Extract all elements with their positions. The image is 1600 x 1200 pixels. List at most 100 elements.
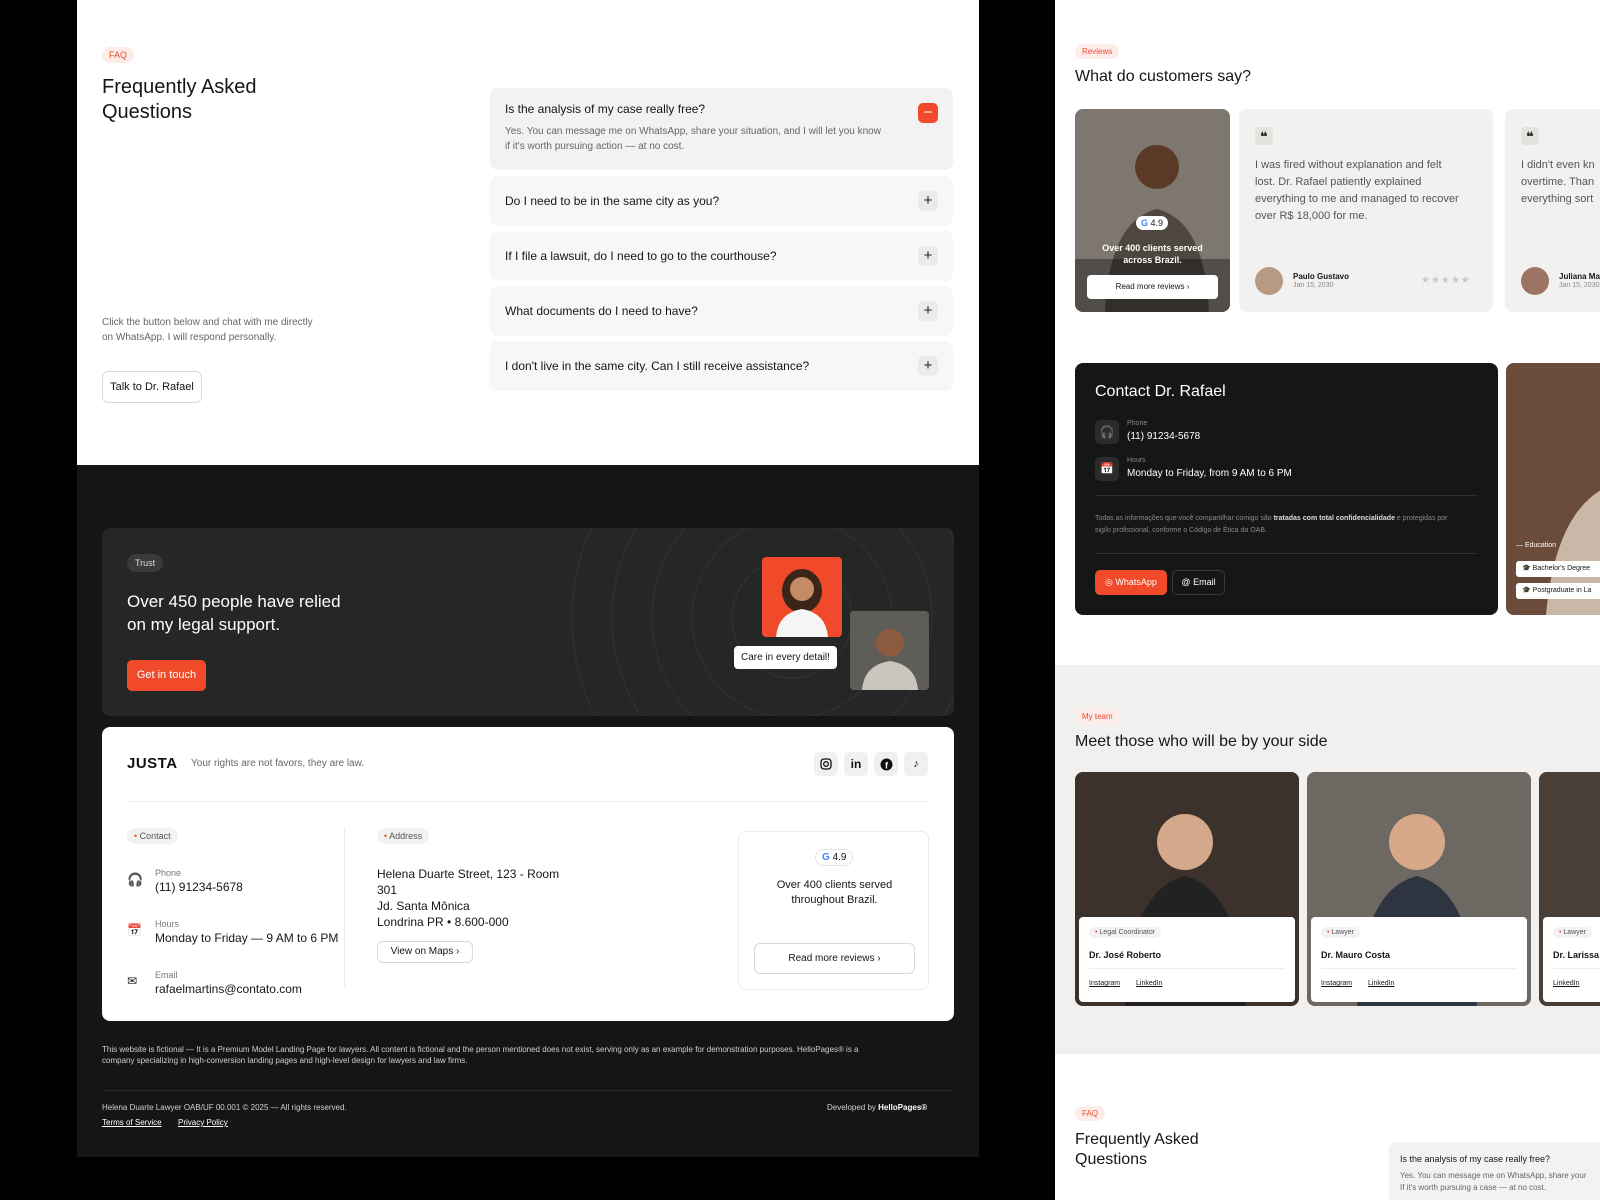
hellopages-logo[interactable]: HelloPages®	[878, 1103, 927, 1112]
client-photo-woman	[762, 557, 842, 637]
expand-plus-icon[interactable]: +	[918, 356, 938, 376]
avatar	[1521, 267, 1549, 295]
copyright: Helena Duarte Lawyer OAB/UF 00.001 © 202…	[102, 1103, 347, 1112]
faq-side-text: Click the button below and chat with me …	[102, 317, 313, 343]
woman-portrait-icon	[776, 569, 828, 637]
faq-item[interactable]: What documents do I need to have? +	[490, 286, 953, 336]
client-photo-man	[850, 611, 929, 690]
member-name: Dr. Mauro Costa	[1321, 950, 1391, 960]
email-button[interactable]: @ Email	[1172, 570, 1225, 595]
contact-title: Contact Dr. Rafael	[1095, 383, 1226, 400]
email-label: Email	[155, 970, 178, 980]
divider	[1089, 968, 1285, 969]
justa-logo[interactable]: JUSTA	[127, 755, 178, 772]
faq-title: Frequently Asked Questions	[102, 76, 257, 123]
linkedin-icon[interactable]: in	[844, 752, 868, 776]
lawyer-portrait-icon	[1506, 363, 1600, 615]
google-icon: G	[822, 852, 830, 863]
headphones-icon: 🎧	[127, 872, 144, 887]
member-name: Dr. Larissa	[1553, 950, 1600, 960]
faq-item[interactable]: I don't live in the same city. Can I sti…	[490, 341, 953, 391]
reviewer-name: Juliana Ma	[1559, 272, 1600, 281]
trust-title: Over 450 people have relied on my legal …	[127, 592, 341, 634]
care-speech-bubble: Care in every detail!	[734, 646, 837, 669]
faq-question: If I file a lawsuit, do I need to go to …	[505, 249, 777, 263]
instagram-link[interactable]: Instagram	[1089, 980, 1120, 987]
chevron-right-icon: ›	[456, 946, 460, 957]
terms-link[interactable]: Terms of Service	[102, 1118, 162, 1127]
team-title: Meet those who will be by your side	[1075, 733, 1328, 750]
disclaimer-text: This website is fictional — It is a Prem…	[102, 1045, 859, 1065]
expand-plus-icon[interactable]: +	[918, 246, 938, 266]
footer-card: JUSTA Your rights are not favors, they a…	[102, 727, 954, 1021]
reviews-photo-card: G 4.9 Over 400 clients served across Bra…	[1075, 109, 1230, 312]
faq-badge: FAQ	[1075, 1106, 1106, 1121]
faq-item-open[interactable]: Is the analysis of my case really free? …	[1389, 1142, 1600, 1200]
collapse-minus-icon[interactable]: −	[918, 103, 938, 123]
photo-card-text: Over 400 clients served across Brazil.	[1102, 243, 1203, 265]
member-role: Legal Coordinator	[1099, 929, 1156, 936]
divider	[1553, 968, 1600, 969]
education-item: 🎓 Bachelor's Degree	[1516, 561, 1600, 577]
address-badge: • Address	[377, 828, 430, 844]
reviewer-name: Paulo Gustavo	[1293, 272, 1350, 281]
man-portrait-icon	[850, 611, 929, 690]
team-member-card: • Lawyer Dr. Larissa LinkedIn	[1539, 772, 1600, 1006]
google-icon: G	[1141, 218, 1149, 228]
reviews-card: G 4.9 Over 400 clients served throughout…	[738, 831, 929, 990]
tiktok-icon[interactable]: ♪	[904, 752, 928, 776]
faq-question: What documents do I need to have?	[505, 304, 698, 318]
member-info: • Lawyer Dr. Larissa LinkedIn	[1543, 917, 1600, 1002]
expand-plus-icon[interactable]: +	[918, 301, 938, 321]
talk-to-dr-rafael-button[interactable]: Talk to Dr. Rafael	[102, 371, 202, 403]
divider	[344, 827, 345, 987]
trust-badge: Trust	[127, 554, 164, 572]
calendar-icon: 📅	[1095, 457, 1119, 481]
linkedin-link[interactable]: LinkedIn	[1368, 980, 1394, 987]
quote-icon: ❝	[1255, 127, 1273, 145]
get-in-touch-button[interactable]: Get in touch	[127, 660, 206, 691]
facebook-icon[interactable]: f	[874, 752, 898, 776]
privacy-link[interactable]: Privacy Policy	[178, 1118, 228, 1127]
phone-value[interactable]: (11) 91234-5678	[1127, 431, 1200, 442]
hours-value: Monday to Friday — 9 AM to 6 PM	[155, 931, 339, 945]
read-more-reviews-button[interactable]: Read more reviews ›	[754, 943, 915, 974]
graduation-cap-icon: 🎓	[1522, 587, 1533, 594]
hours-value: Monday to Friday, from 9 AM to 6 PM	[1127, 468, 1292, 479]
review-card: ❝ I was fired without explanation and fe…	[1239, 109, 1493, 312]
faq-badge: FAQ	[102, 47, 135, 63]
phone-value[interactable]: (11) 91234-5678	[155, 880, 243, 894]
whatsapp-button[interactable]: ◎ WhatsApp	[1095, 570, 1167, 595]
address-text: Helena Duarte Street, 123 - Room 301 Jd.…	[377, 867, 560, 929]
faq-answer: Yes. You can message me on WhatsApp, sha…	[1400, 1171, 1587, 1192]
contact-card: Contact Dr. Rafael 🎧 Phone (11) 91234-56…	[1075, 363, 1498, 615]
chevron-right-icon: ›	[877, 953, 881, 964]
linkedin-link[interactable]: LinkedIn	[1136, 980, 1162, 987]
view-on-maps-button[interactable]: View on Maps ›	[377, 941, 473, 963]
team-section: My team Meet those who will be by your s…	[1055, 665, 1600, 1054]
linkedin-link[interactable]: LinkedIn	[1553, 980, 1579, 987]
read-more-reviews-button[interactable]: Read more reviews ›	[1087, 275, 1218, 299]
phone-label: Phone	[1127, 420, 1148, 427]
graduation-cap-icon: 🎓	[1522, 565, 1533, 572]
faq-item-open[interactable]: Is the analysis of my case really free? …	[490, 88, 953, 170]
divider	[102, 1090, 954, 1091]
member-info: • Lawyer Dr. Mauro Costa Instagram Linke…	[1311, 917, 1527, 1002]
faq-item[interactable]: If I file a lawsuit, do I need to go to …	[490, 231, 953, 281]
expand-plus-icon[interactable]: +	[918, 191, 938, 211]
left-page-column: FAQ Frequently Asked Questions Click the…	[77, 0, 979, 1157]
review-text: I didn't even kn overtime. Than everythi…	[1521, 159, 1595, 205]
faq-question: Is the analysis of my case really free?	[505, 102, 706, 116]
review-date: Jan 15, 2030	[1293, 282, 1334, 289]
hours-label: Hours	[155, 919, 180, 929]
google-rating-badge: G 4.9	[815, 849, 854, 866]
confidentiality-note: Todas as informações que você compartilh…	[1095, 515, 1448, 534]
chevron-right-icon: ›	[1186, 282, 1190, 291]
faq-item[interactable]: Do I need to be in the same city as you?…	[490, 176, 953, 226]
faq-question: Do I need to be in the same city as you?	[505, 194, 720, 208]
instagram-icon[interactable]	[814, 752, 838, 776]
instagram-link[interactable]: Instagram	[1321, 980, 1352, 987]
email-value[interactable]: rafaelmartins@contato.com	[155, 982, 302, 996]
review-date: Jan 15, 2030	[1559, 282, 1600, 289]
avatar	[1255, 267, 1283, 295]
